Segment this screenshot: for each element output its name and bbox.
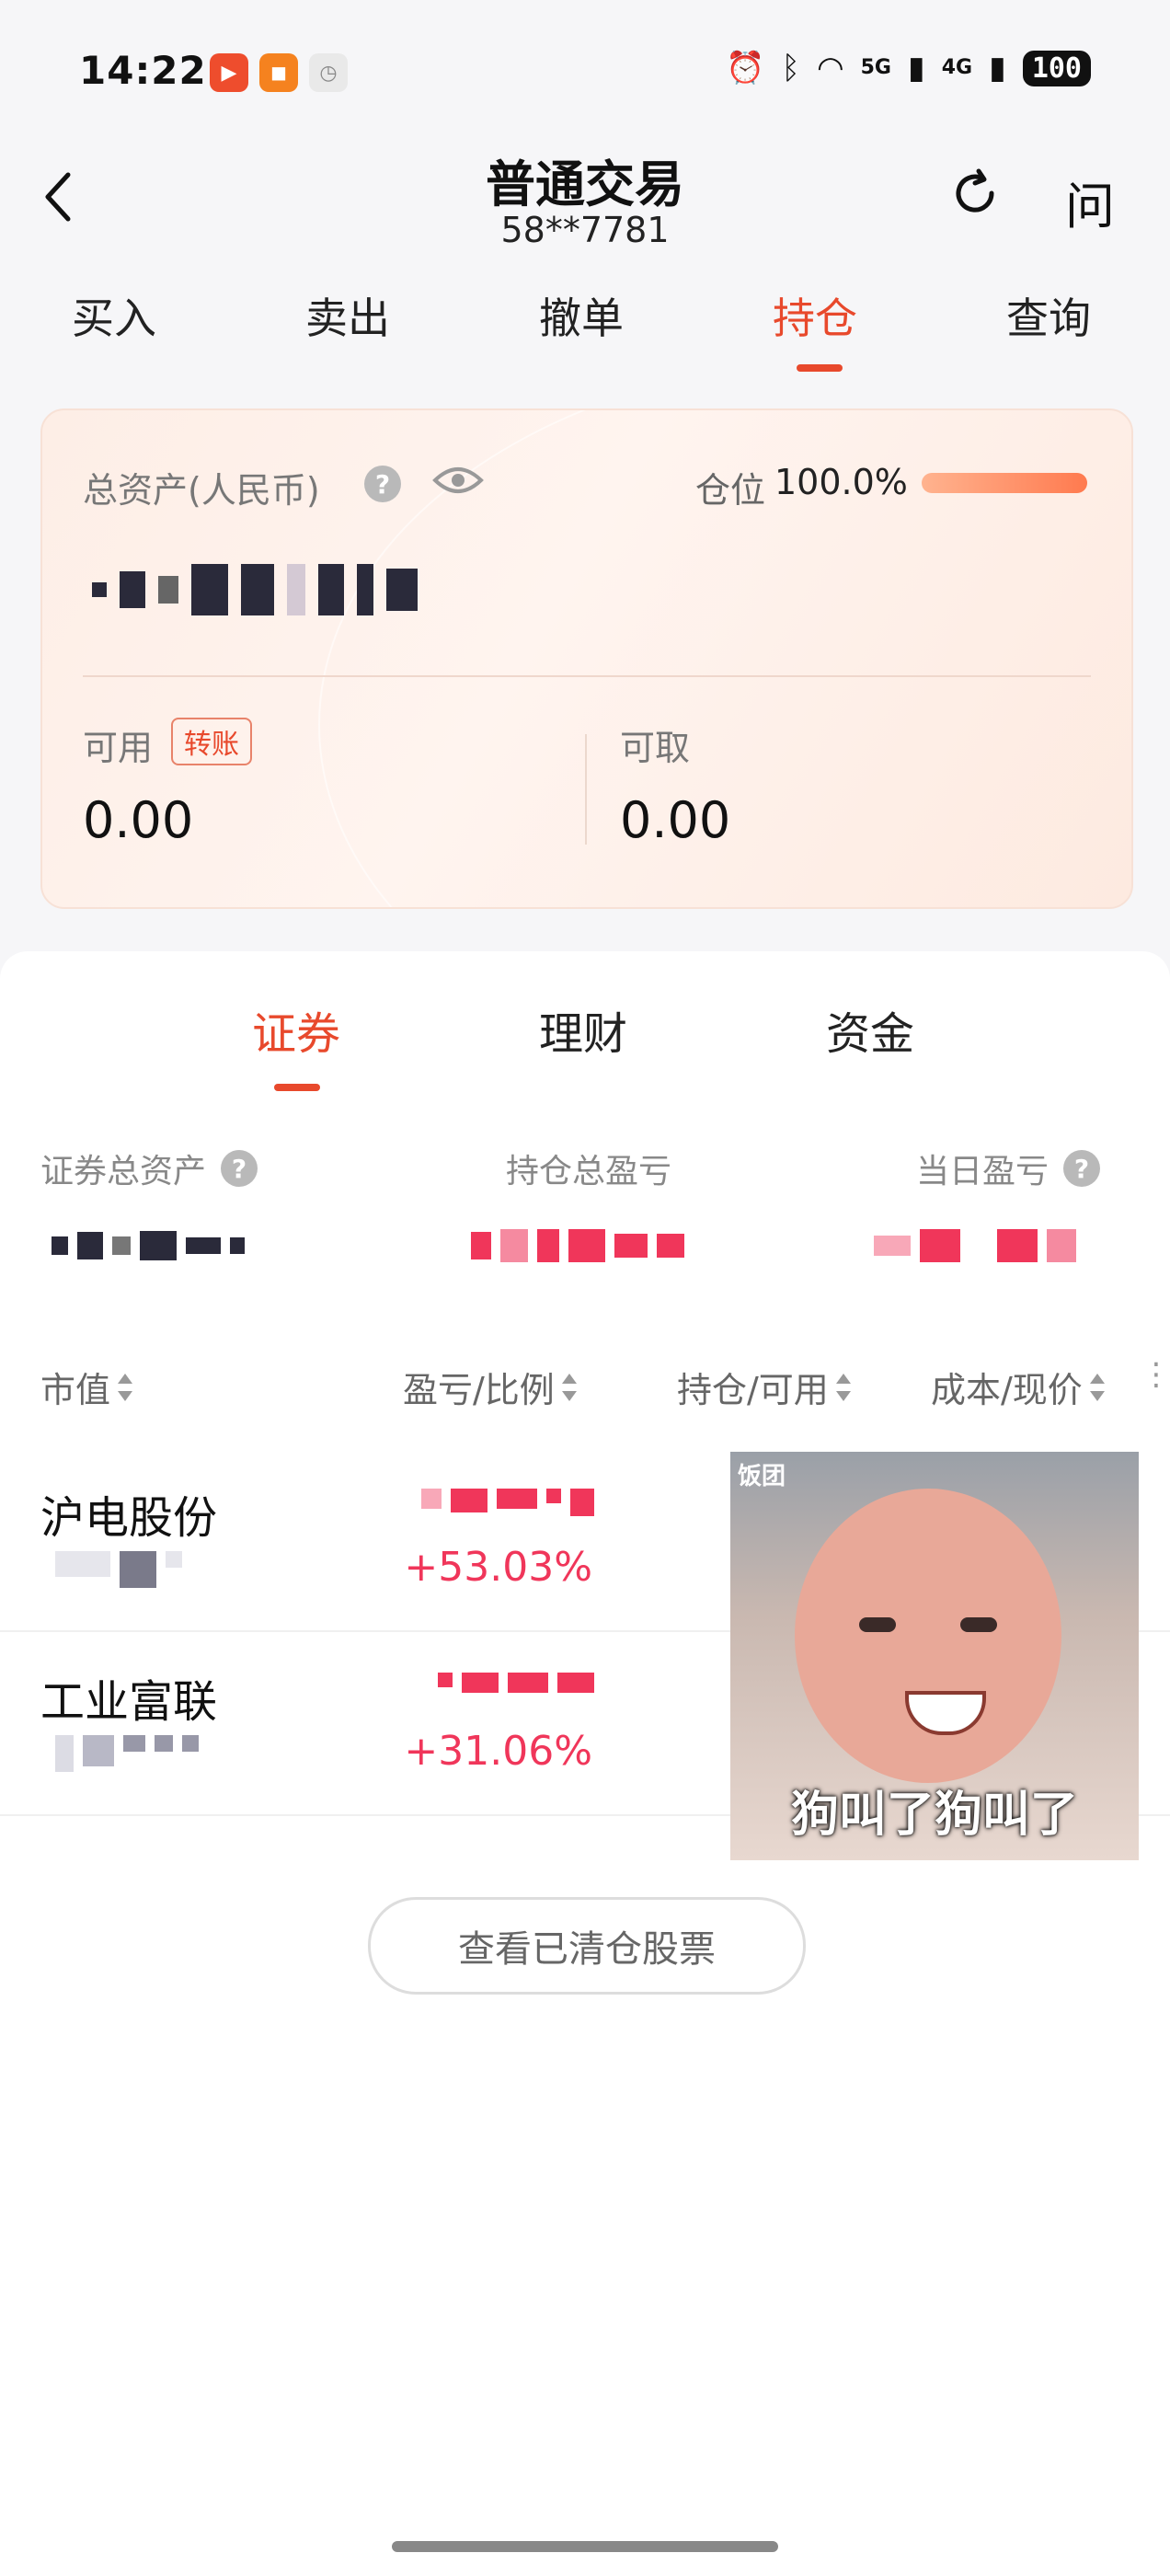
available-label: 可用 [83, 728, 154, 768]
col-holding-available-label: 持仓/可用 [677, 1370, 829, 1410]
signal-bars-icon-2: ▮ [989, 50, 1006, 86]
tab-sell[interactable]: 卖出 [305, 285, 390, 346]
securities-total-label: 证券总资产 [40, 1153, 207, 1190]
col-cost-price[interactable]: 成本/现价 [931, 1362, 1105, 1412]
clock-app-icon: ◷ [309, 53, 348, 92]
stock-name: 沪电股份 [40, 1492, 218, 1544]
signal-5g-icon: 5G [860, 56, 891, 79]
market-value-masked [55, 1551, 182, 1588]
total-assets-label: 总资产(人民币) [83, 470, 320, 511]
position-value: 100.0% [774, 462, 908, 502]
withdrawable-label: 可取 [620, 728, 691, 768]
tab-wealth[interactable]: 理财 [539, 997, 627, 1062]
home-indicator[interactable] [392, 2541, 778, 2552]
col-pnl-ratio-label: 盈亏/比例 [403, 1370, 555, 1410]
refresh-icon[interactable] [947, 166, 1003, 221]
view-cleared-stocks-button[interactable]: 查看已清仓股票 [368, 1897, 806, 1995]
help-icon[interactable]: ? [364, 466, 401, 502]
pnl-rate: +53.03% [404, 1544, 592, 1591]
daily-pnl-value-masked [874, 1227, 1076, 1264]
wifi-icon: ◠ [816, 50, 844, 86]
securities-total-stat: 证券总资产 ? [40, 1144, 258, 1192]
market-value-masked [55, 1735, 199, 1772]
holding-pnl-value-masked [471, 1227, 684, 1264]
tab-query[interactable]: 查询 [1006, 285, 1091, 346]
status-time: 14:22 [79, 48, 207, 93]
meme-caption: 狗叫了狗叫了 [790, 1788, 1078, 1843]
help-icon[interactable]: ? [221, 1150, 258, 1187]
asset-summary-card: 总资产(人民币) ? 仓位 100.0% 可用 转账 0.00 可取 0.00 [40, 408, 1133, 909]
tab-positions[interactable]: 持仓 [773, 285, 857, 346]
col-cost-price-label: 成本/现价 [931, 1370, 1083, 1410]
sort-icon [118, 1373, 133, 1401]
daily-pnl-label: 当日盈亏 [916, 1153, 1050, 1190]
position-label: 仓位 [695, 470, 766, 511]
shopping-app-icon: ◼ [259, 53, 298, 92]
tab-buy[interactable]: 买入 [72, 285, 156, 346]
col-market-value[interactable]: 市值 [40, 1362, 133, 1412]
securities-total-value-masked [52, 1227, 245, 1264]
bluetooth-icon: ᛒ [781, 50, 800, 86]
signal-bars-icon: ▮ [908, 50, 925, 86]
card-divider-vertical [585, 734, 587, 845]
meme-face [795, 1489, 1061, 1783]
pnl-rate: +31.06% [404, 1728, 592, 1775]
stock-name: 工业富联 [40, 1676, 218, 1728]
position-bar [922, 473, 1087, 493]
pnl-value-masked [421, 1489, 594, 1516]
col-pnl-ratio[interactable]: 盈亏/比例 [403, 1362, 577, 1412]
meme-tag: 饭团 [738, 1463, 786, 1490]
active-tab-indicator [797, 364, 843, 372]
alarm-icon: ⏰ [726, 50, 765, 86]
tab-cancel-order[interactable]: 撤单 [539, 285, 624, 346]
sort-icon [835, 1373, 851, 1401]
battery-indicator: 100 [1022, 50, 1091, 86]
transfer-button[interactable]: 转账 [171, 718, 252, 765]
signal-4g-icon: 4G [941, 56, 973, 79]
holding-pnl-label: 持仓总盈亏 [506, 1153, 672, 1190]
card-divider [83, 675, 1091, 677]
status-app-icons: ▶ ◼ ◷ [210, 53, 348, 92]
total-assets-value-masked [92, 558, 497, 622]
sub-tab-indicator [274, 1084, 320, 1091]
holding-pnl-stat: 持仓总盈亏 [506, 1144, 671, 1192]
help-icon[interactable]: ? [1063, 1150, 1101, 1187]
col-market-value-label: 市值 [40, 1370, 111, 1410]
available-value: 0.00 [83, 791, 194, 849]
daily-pnl-stat: 当日盈亏 ? [916, 1144, 1101, 1192]
col-holding-available[interactable]: 持仓/可用 [677, 1362, 851, 1412]
sort-icon [1089, 1373, 1105, 1401]
ask-button[interactable]: 问 [1065, 166, 1115, 238]
tab-securities[interactable]: 证券 [252, 997, 340, 1062]
sort-icon [561, 1373, 577, 1401]
video-app-icon: ▶ [210, 53, 248, 92]
pnl-value-masked [438, 1673, 594, 1693]
status-indicators: ⏰ ᛒ ◠ 5G ▮ 4G ▮ 100 [726, 50, 1091, 86]
withdrawable-value: 0.00 [620, 791, 731, 849]
meme-sticker: 饭团 狗叫了狗叫了 [730, 1452, 1139, 1860]
tab-funds[interactable]: 资金 [826, 997, 914, 1062]
more-columns-icon[interactable]: ⋮ [1141, 1356, 1170, 1393]
eye-icon[interactable] [432, 464, 484, 497]
trade-tabs: 买入 卖出 撤单 持仓 查询 [0, 285, 1170, 372]
